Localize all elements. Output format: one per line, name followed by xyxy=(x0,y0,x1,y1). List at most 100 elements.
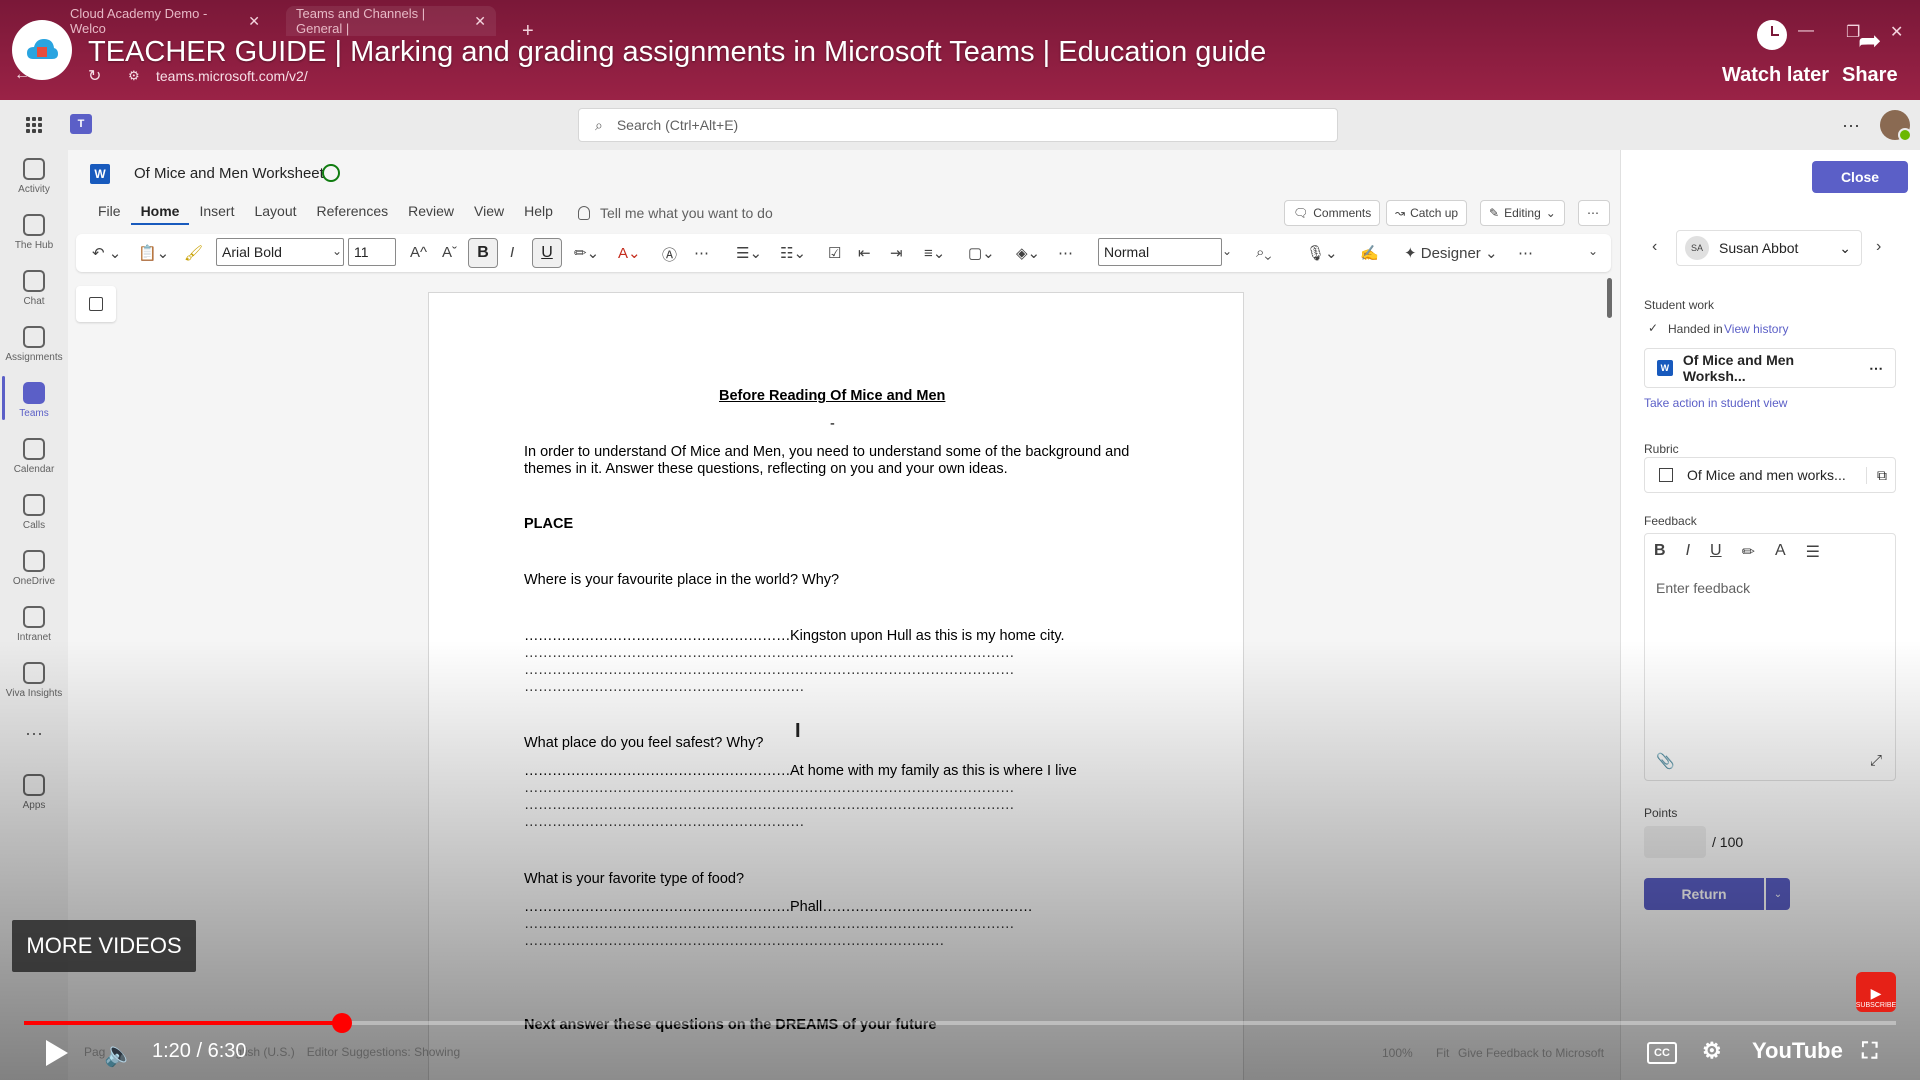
answer-1[interactable]: …………………………………………………Kingston upon Hull as… xyxy=(524,628,1065,644)
intro-line-1[interactable]: In order to understand Of Mice and Men, … xyxy=(524,444,1129,460)
video-title[interactable]: TEACHER GUIDE | Marking and grading assi… xyxy=(88,36,1266,69)
progress-scrubber[interactable] xyxy=(332,1013,352,1033)
document-heading[interactable]: Before Reading Of Mice and Men xyxy=(719,388,945,404)
close-button[interactable]: Close xyxy=(1812,161,1908,193)
editor-icon[interactable]: ✍ xyxy=(1360,244,1379,262)
dictate-icon[interactable]: 🎙⌄ xyxy=(1306,244,1338,262)
question-2[interactable]: What place do you feel safest? Why? xyxy=(524,735,763,751)
highlight-icon[interactable]: ✏⌄ xyxy=(574,244,599,262)
rail-item-calendar[interactable]: Calendar xyxy=(0,438,68,475)
share-label[interactable]: Share xyxy=(1842,64,1898,87)
subscribe-button[interactable]: ▶ SUBSCRIBE xyxy=(1856,972,1896,1012)
clear-format-icon[interactable]: Ⓐ xyxy=(662,244,677,265)
format-painter-icon[interactable]: 🖌 xyxy=(184,244,203,262)
fit-button[interactable]: Fit xyxy=(1436,1046,1449,1060)
menu-home[interactable]: Home xyxy=(130,203,190,225)
menu-review[interactable]: Review xyxy=(398,203,464,225)
style-select[interactable]: Normal xyxy=(1098,238,1222,266)
rail-item-apps[interactable]: Apps xyxy=(0,774,68,811)
shading-icon[interactable]: ◈⌄ xyxy=(1016,244,1040,262)
decrease-indent-icon[interactable]: ⇤ xyxy=(858,244,871,262)
rail-item-activity[interactable]: Activity xyxy=(0,158,68,195)
take-action-link[interactable]: Take action in student view xyxy=(1644,396,1787,410)
chevron-down-icon[interactable]: ⌄ xyxy=(332,244,342,258)
more-options-icon[interactable]: ⋯ xyxy=(1869,360,1883,377)
points-input[interactable] xyxy=(1644,826,1706,858)
app-launcher-icon[interactable] xyxy=(26,117,42,133)
font-size-select[interactable]: 11 xyxy=(348,238,396,266)
reload-icon[interactable]: ↻ xyxy=(88,66,101,86)
collapse-ribbon-icon[interactable]: ⌄ xyxy=(1588,244,1598,258)
rail-item-intranet[interactable]: Intranet xyxy=(0,606,68,643)
font-name-select[interactable]: Arial Bold xyxy=(216,238,344,266)
menu-view[interactable]: View xyxy=(464,203,514,225)
settings-gear-icon[interactable]: ⚙ xyxy=(1702,1038,1722,1064)
navigation-pane-button[interactable] xyxy=(76,286,116,322)
youtube-logo[interactable]: YouTube xyxy=(1752,1038,1843,1064)
underline-button[interactable]: U xyxy=(532,238,562,268)
section-place[interactable]: PLACE xyxy=(524,516,573,532)
browser-tab-teams[interactable]: Teams and Channels | General | ✕ xyxy=(286,6,496,36)
document-scrollbar[interactable] xyxy=(1607,278,1612,318)
designer-button[interactable]: ✦ Designer ⌄ xyxy=(1404,244,1498,262)
feedback-editor[interactable] xyxy=(1644,533,1896,781)
minimize-icon[interactable]: — xyxy=(1798,22,1814,40)
browser-tab-cloud-academy[interactable]: Cloud Academy Demo - Welco ✕ xyxy=(60,6,270,36)
italic-button[interactable]: I xyxy=(510,244,514,261)
answer-3[interactable]: …………………………………………………Phall……………………………………… xyxy=(524,899,1033,915)
attach-icon[interactable]: 📎 xyxy=(1656,752,1675,770)
font-color-icon[interactable]: A xyxy=(1775,542,1786,562)
find-icon[interactable]: ⌕⌄ xyxy=(1256,244,1271,261)
watch-later-icon[interactable] xyxy=(1757,20,1787,50)
previous-student-icon[interactable]: ‹ xyxy=(1652,238,1657,256)
editing-mode-button[interactable]: ✎ Editing ⌄ xyxy=(1480,200,1565,226)
next-student-icon[interactable]: › xyxy=(1876,238,1881,256)
open-external-icon[interactable]: ⧉ xyxy=(1866,466,1887,484)
italic-icon[interactable]: I xyxy=(1686,542,1690,562)
document-title[interactable]: Of Mice and Men Worksheet xyxy=(134,165,324,182)
rail-item-the-hub[interactable]: The Hub xyxy=(0,214,68,251)
align-icon[interactable]: ≡⌄ xyxy=(924,244,945,262)
address-bar[interactable]: teams.microsoft.com/v2/ xyxy=(156,68,308,84)
watch-later-label[interactable]: Watch later xyxy=(1722,64,1829,87)
zoom-value[interactable]: 100% xyxy=(1382,1046,1413,1060)
menu-file[interactable]: File xyxy=(88,203,131,225)
more-commands-button[interactable]: ⋯ xyxy=(1578,200,1610,226)
paste-icon[interactable]: 📋⌄ xyxy=(138,244,169,262)
next-section-prompt[interactable]: Next answer these questions on the DREAM… xyxy=(524,1017,937,1033)
checklist-icon[interactable]: ☑ xyxy=(828,244,841,262)
bold-icon[interactable]: B xyxy=(1654,542,1666,562)
play-icon[interactable] xyxy=(46,1040,68,1066)
captions-icon[interactable]: CC xyxy=(1647,1042,1677,1064)
more-videos-button[interactable]: MORE VIDEOS xyxy=(12,920,196,972)
rail-item-onedrive[interactable]: OneDrive xyxy=(0,550,68,587)
menu-help[interactable]: Help xyxy=(514,203,563,225)
more-paragraph-icon[interactable]: ⋯ xyxy=(1058,244,1073,262)
more-options-icon[interactable]: ⋯ xyxy=(1842,116,1860,137)
window-close-icon[interactable]: ✕ xyxy=(1890,22,1903,42)
rail-item-viva-insights[interactable]: Viva Insights xyxy=(0,662,68,699)
tell-me-search[interactable]: Tell me what you want to do xyxy=(578,205,773,221)
question-1[interactable]: Where is your favourite place in the wor… xyxy=(524,572,839,588)
channel-logo[interactable] xyxy=(12,20,72,80)
rail-item-teams[interactable]: Teams xyxy=(0,382,68,419)
give-feedback-link[interactable]: Give Feedback to Microsoft xyxy=(1458,1046,1604,1060)
grow-font-icon[interactable]: A^ xyxy=(410,244,427,261)
student-file-card[interactable]: W Of Mice and Men Worksh... ⋯ xyxy=(1644,348,1896,388)
volume-icon[interactable]: 🔈 xyxy=(104,1040,134,1069)
avatar[interactable] xyxy=(1880,110,1912,142)
chevron-down-icon[interactable]: ⌄ xyxy=(1222,244,1232,258)
search-input[interactable]: ⌕ Search (Ctrl+Alt+E) xyxy=(578,108,1338,142)
catch-up-button[interactable]: ↝ Catch up xyxy=(1386,200,1468,226)
bold-button[interactable]: B xyxy=(468,238,498,268)
undo-icon[interactable]: ↶ ⌄ xyxy=(92,244,121,262)
view-history-link[interactable]: View history xyxy=(1724,322,1788,336)
menu-layout[interactable]: Layout xyxy=(244,203,306,225)
comments-button[interactable]: 🗨 Comments xyxy=(1284,200,1381,226)
shrink-font-icon[interactable]: Aˇ xyxy=(442,244,457,261)
borders-icon[interactable]: ▢⌄ xyxy=(968,244,995,262)
ribbon-more-icon[interactable]: ⋯ xyxy=(1518,244,1533,262)
highlight-icon[interactable]: ✏ xyxy=(1742,542,1755,562)
share-icon[interactable]: ➦ xyxy=(1858,24,1881,57)
underline-icon[interactable]: U xyxy=(1710,542,1722,562)
